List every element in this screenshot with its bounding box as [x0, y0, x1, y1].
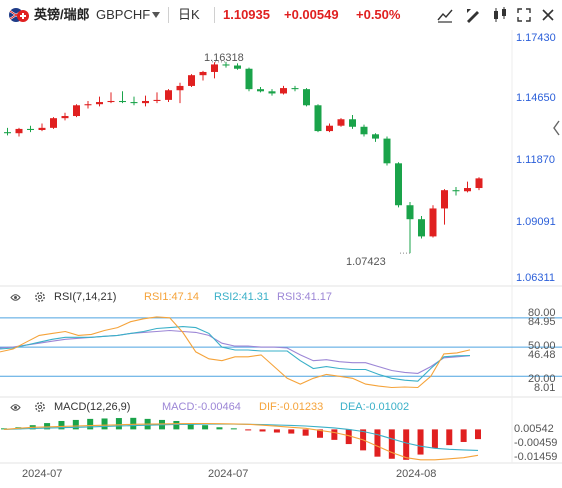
rsi2-line [0, 326, 471, 382]
price-axis-label: 1.11870 [516, 154, 555, 166]
macd-histogram-bar [475, 429, 481, 440]
macd-histogram-bar [431, 429, 438, 449]
candle-body [418, 219, 425, 237]
candle-body [222, 64, 230, 66]
candle-body [383, 138, 391, 164]
high-price-marker: 1.16318 [204, 52, 244, 64]
dea-value: DEA:-0.01002 [340, 401, 410, 413]
macd-histogram-bar [273, 429, 280, 433]
macd-histogram-bar [173, 420, 180, 430]
candle-body [268, 91, 276, 94]
macd-histogram-bar [230, 428, 237, 430]
macd-histogram-bar [446, 429, 453, 446]
candle-body [406, 205, 414, 220]
macd-axis-label: -0.00459 [514, 437, 558, 449]
gear-icon[interactable] [34, 291, 46, 303]
candle-body [280, 88, 287, 94]
candle-body [142, 100, 149, 104]
gear-icon[interactable] [34, 401, 46, 413]
candle-body [4, 132, 11, 134]
candle-body [188, 75, 195, 86]
macd-value: MACD:-0.00464 [162, 401, 241, 413]
candle-body [15, 128, 23, 134]
eye-icon[interactable] [10, 402, 21, 413]
candle-body [441, 190, 448, 209]
macd-histogram-bar [374, 429, 381, 457]
candle-body [429, 208, 437, 237]
low-price-marker: 1.07423 [346, 256, 386, 268]
price-axis-label: 1.14650 [516, 92, 556, 104]
macd-histogram-bar [115, 418, 122, 430]
price-axis-label: 1.17430 [516, 32, 556, 44]
candle-body [314, 105, 322, 132]
candle-body [73, 105, 80, 117]
candle-body [303, 89, 310, 106]
macd-histogram-bar [101, 418, 108, 430]
chart-canvas[interactable] [0, 0, 562, 488]
rsi-axis-label: 84.95 [528, 316, 556, 328]
macd-histogram-bar [72, 419, 79, 430]
candle-body [452, 190, 460, 192]
candle-body [395, 163, 402, 206]
candle-body [199, 71, 207, 76]
candle-body [326, 125, 333, 132]
candle-body [337, 119, 345, 126]
rsi1-line [0, 316, 471, 389]
macd-histogram-bar [130, 417, 137, 430]
macd-histogram-bar [302, 429, 309, 436]
macd-title: MACD(12,26,9) [54, 401, 131, 413]
eye-icon[interactable] [10, 292, 21, 303]
macd-histogram-bar [259, 429, 266, 432]
candle-body [130, 102, 138, 104]
candle-body [245, 68, 253, 90]
macd-axis-label: -0.01459 [514, 451, 558, 463]
rsi1-value: RSI1:47.14 [144, 291, 200, 303]
macd-histogram-bar [245, 429, 252, 431]
rsi-axis-label: 8.01 [534, 382, 556, 394]
candle-body [372, 134, 379, 139]
macd-axis-label: 0.00542 [514, 423, 554, 435]
candle-body [349, 119, 356, 127]
macd-histogram-bar [460, 429, 467, 442]
macd-histogram-bar [216, 427, 223, 430]
candle-body [176, 85, 184, 91]
macd-histogram-bar [87, 418, 94, 430]
macd-histogram-bar [388, 429, 395, 459]
macd-histogram-bar [403, 429, 410, 460]
candle-body [61, 116, 69, 119]
rsi2-value: RSI2:41.31 [214, 291, 270, 303]
candle-body [107, 100, 115, 103]
macd-histogram-bar [417, 429, 424, 455]
rsi-title: RSI(7,14,21) [54, 291, 117, 303]
candle-body [211, 64, 218, 72]
price-axis-label: 1.09091 [516, 216, 556, 228]
date-axis-label: 2024-07 [208, 468, 249, 480]
candle-body [38, 127, 46, 130]
candle-body [153, 99, 161, 101]
macd-histogram-bar [202, 425, 209, 430]
candle-body [464, 188, 471, 192]
candle-body [27, 128, 34, 130]
chevron-left-icon[interactable] [551, 118, 561, 138]
candle-body [234, 65, 241, 69]
candle-body [119, 100, 126, 103]
candle-body [84, 104, 92, 106]
candle-body [165, 90, 172, 100]
date-axis-label: 2024-07 [22, 468, 63, 480]
candle-body [257, 89, 264, 92]
candle-body [96, 102, 103, 105]
candle-body [360, 126, 368, 135]
macd-histogram-bar [288, 429, 295, 434]
macd-histogram-bar [331, 429, 338, 440]
price-axis-label: 1.06311 [516, 272, 555, 284]
candle-body [475, 178, 483, 189]
rsi3-value: RSI3:41.17 [277, 291, 333, 303]
candle-body [50, 118, 57, 128]
date-axis-label: 2024-08 [396, 468, 437, 480]
candle-body [291, 88, 299, 90]
dif-value: DIF:-0.01233 [259, 401, 324, 413]
rsi-axis-label: 46.48 [528, 349, 556, 361]
